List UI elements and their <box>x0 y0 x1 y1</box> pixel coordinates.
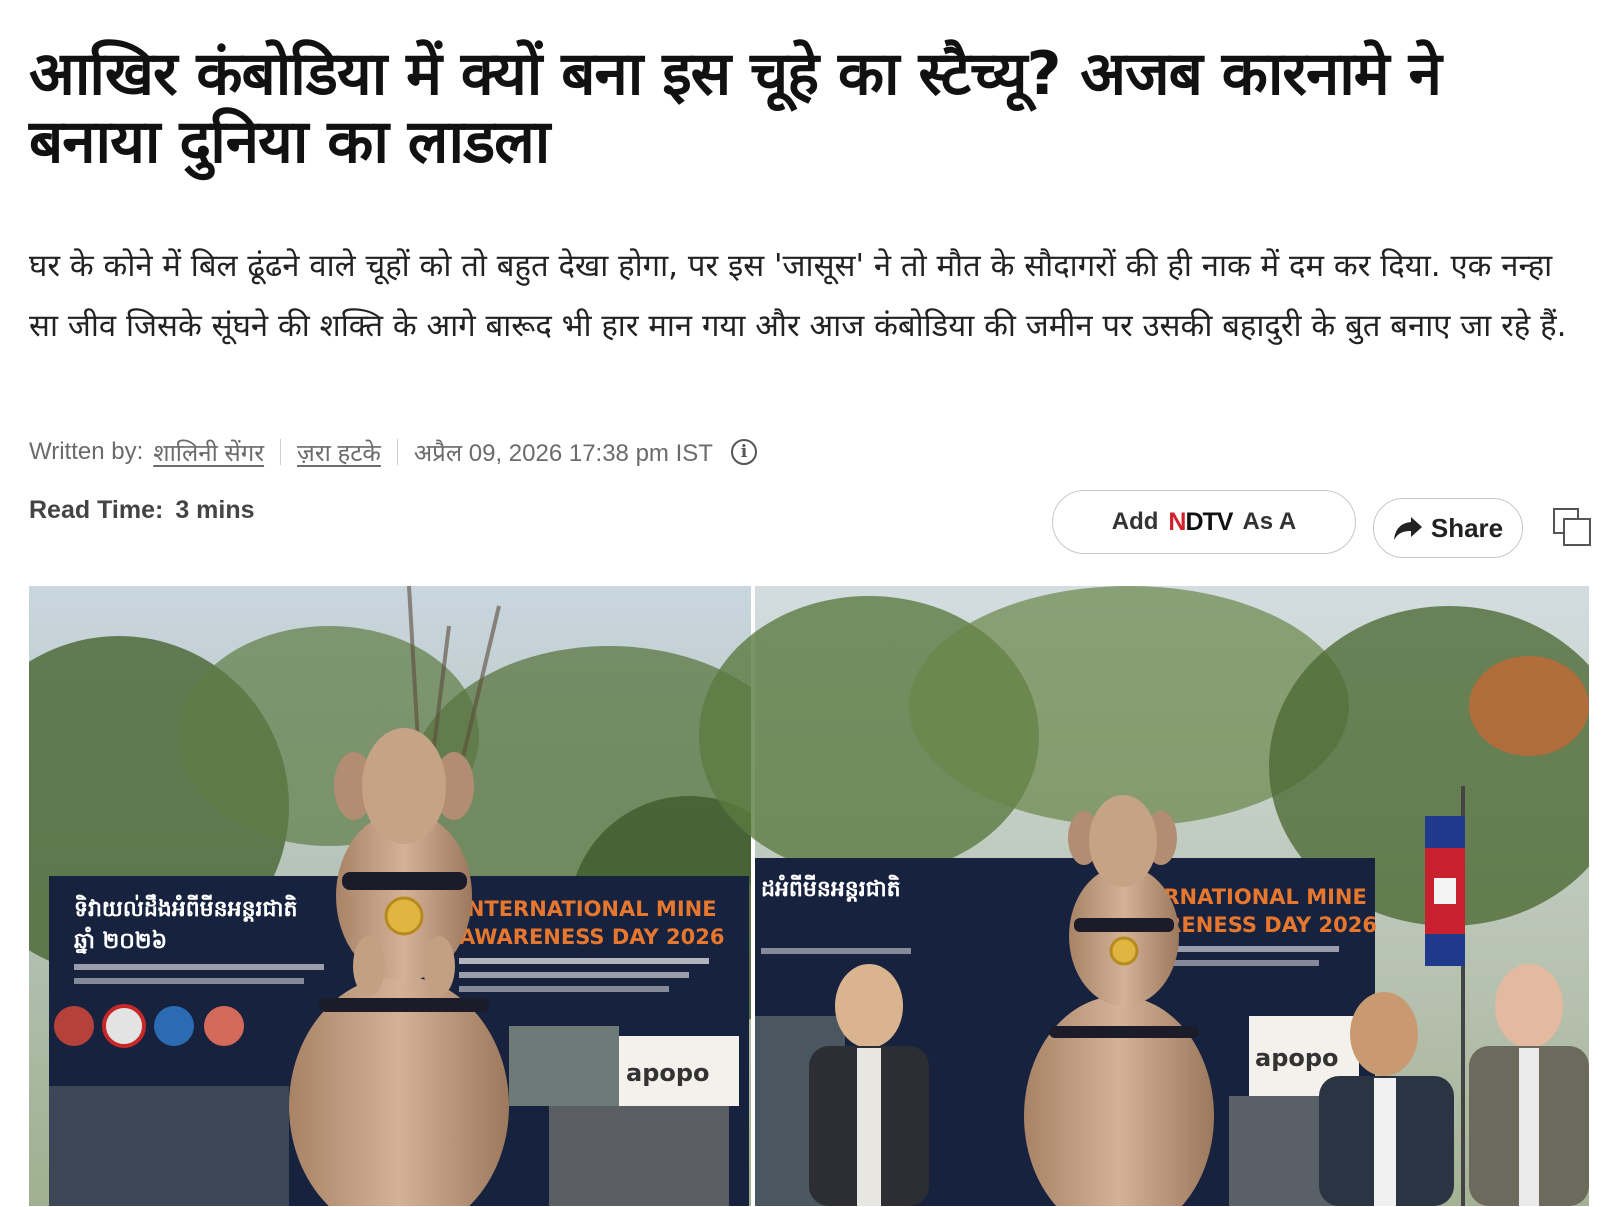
hero-photo-collage: ទិវាយល់ដឹងអំពីមីនអន្តរជាតិ ឆ្នាំ ២០២៦ IN… <box>29 586 1589 1206</box>
copy-icon[interactable] <box>1552 507 1592 547</box>
add-suffix: As A <box>1242 508 1297 535</box>
author-link[interactable]: शालिनी सेंगर <box>153 436 264 469</box>
share-arrow-icon <box>1393 517 1422 540</box>
info-icon[interactable]: i <box>730 439 757 465</box>
byline: Written by: शालिनी सेंगर ज़रा हटके अप्रै… <box>29 432 757 472</box>
ndtv-logo: NDTV <box>1168 507 1233 536</box>
left-photo: ទិវាយល់ដឹងអំពីមីនអន្តរជាតិ ឆ្នាំ ២០២៦ IN… <box>29 586 809 1206</box>
article-summary: घर के कोने में बिल ढूंढने वाले चूहों को … <box>29 248 1567 344</box>
left-banner-khmer: ទិវាយល់ដឹងអំពីមីនអន្តរជាតិ <box>74 894 297 922</box>
publish-datetime: अप्रैल 09, 2026 17:38 pm IST <box>413 439 713 467</box>
right-apopo-logo: apopo <box>1255 1044 1339 1072</box>
right-photo: ដអំពីមីនអន្តរជាតិ ERNATIONAL MINE ARENES… <box>699 586 1589 1206</box>
left-banner-en-2: AWARENESS DAY 2026 <box>459 925 724 949</box>
share-button[interactable]: Share <box>1373 498 1523 558</box>
divider <box>396 439 398 465</box>
share-label: Share <box>1430 512 1504 543</box>
read-time: Read Time: 3 mins <box>29 492 255 528</box>
written-by-label: Written by: <box>29 438 144 465</box>
divider <box>280 439 282 465</box>
right-banner-en-1: ERNATIONAL MINE <box>1149 885 1367 909</box>
headline: आखिर कंबोडिया में क्यों बना इस चूहे का स… <box>29 39 1442 177</box>
article: आखिर कंबोडिया में क्यों बना इस चूहे का स… <box>0 0 1609 1207</box>
left-banner-khmer-year: ឆ្នាំ ២០២៦ <box>74 926 167 954</box>
left-banner-en-1: INTERNATIONAL MINE <box>459 897 717 921</box>
add-ndtv-preferred-source-button[interactable]: Add NDTV As A <box>1052 490 1356 554</box>
read-time-label: Read Time: <box>29 495 164 524</box>
right-banner-en-2: ARENESS DAY 2026 <box>1149 913 1377 937</box>
add-prefix: Add <box>1111 508 1159 535</box>
right-banner-khmer: ដអំពីមីនអន្តរជាតិ <box>761 874 901 902</box>
read-time-value: 3 mins <box>175 495 255 524</box>
left-apopo-logo: apopo <box>626 1059 710 1087</box>
hero-image: ទិវាយល់ដឹងអំពីមីនអន្តរជាតិ ឆ្នាំ ២០២៦ IN… <box>29 586 1589 1206</box>
category-link[interactable]: ज़रा हटके <box>297 436 381 469</box>
